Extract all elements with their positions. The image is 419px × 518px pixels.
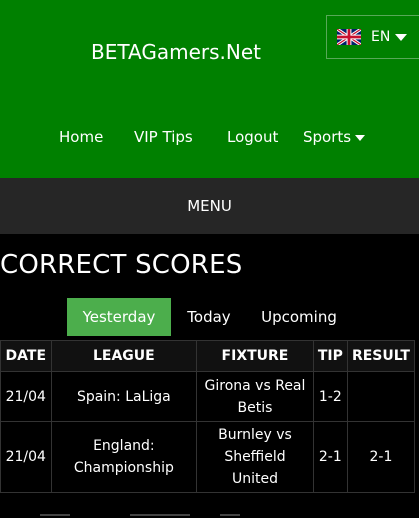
- tab-bar: Yesterday Today Upcoming: [0, 298, 419, 336]
- table-row: 21/04 England: Championship Burnley vs S…: [0, 421, 416, 493]
- menu-bar[interactable]: MENU: [0, 178, 419, 234]
- site-header: BETAGamers.Net EN Home VIP Tips Logout S…: [0, 0, 419, 178]
- chevron-down-icon: [395, 33, 408, 41]
- tab-upcoming[interactable]: Upcoming: [251, 298, 347, 336]
- language-label: EN: [371, 29, 391, 45]
- cell-tip: 1-2: [312, 371, 348, 422]
- cell-fixture: Girona vs Real Betis: [196, 371, 314, 422]
- nav-item-sports-label: Sports: [303, 128, 352, 146]
- column-header-tip: TIP: [312, 340, 348, 372]
- language-selector[interactable]: EN: [326, 15, 419, 59]
- column-header-date: DATE: [0, 340, 52, 372]
- scores-table: DATE LEAGUE FIXTURE TIP RESULT 21/04 Spa…: [0, 340, 416, 493]
- content-cutoff: [0, 510, 419, 518]
- divider: [220, 514, 240, 516]
- column-header-league: LEAGUE: [50, 340, 198, 372]
- cell-result: 2-1: [346, 421, 416, 493]
- menu-label: MENU: [187, 197, 232, 215]
- table-row: 21/04 Spain: LaLiga Girona vs Real Betis…: [0, 371, 416, 422]
- nav-item-home[interactable]: Home: [59, 128, 103, 146]
- cell-date: 21/04: [0, 371, 52, 422]
- chevron-down-icon: [355, 134, 366, 141]
- tab-yesterday[interactable]: Yesterday: [67, 298, 171, 336]
- site-brand[interactable]: BETAGamers.Net: [0, 40, 352, 64]
- cell-date: 21/04: [0, 421, 52, 493]
- nav-item-sports[interactable]: Sports: [303, 128, 366, 146]
- page-title: CORRECT SCORES: [0, 250, 243, 280]
- cell-tip: 2-1: [312, 421, 348, 493]
- uk-flag-icon: [337, 29, 361, 45]
- main-nav: Home VIP Tips Logout Sports: [0, 128, 419, 150]
- column-header-fixture: FIXTURE: [196, 340, 314, 372]
- divider: [40, 514, 70, 516]
- nav-item-logout[interactable]: Logout: [227, 128, 278, 146]
- nav-item-vip-tips[interactable]: VIP Tips: [134, 128, 193, 146]
- cell-fixture: Burnley vs Sheffield United: [196, 421, 314, 493]
- table-header-row: DATE LEAGUE FIXTURE TIP RESULT: [0, 340, 416, 372]
- cell-league: Spain: LaLiga: [50, 371, 198, 422]
- divider: [130, 514, 190, 516]
- cell-result: [346, 371, 416, 422]
- tab-today[interactable]: Today: [178, 298, 240, 336]
- cell-league: England: Championship: [50, 421, 198, 493]
- column-header-result: RESULT: [346, 340, 416, 372]
